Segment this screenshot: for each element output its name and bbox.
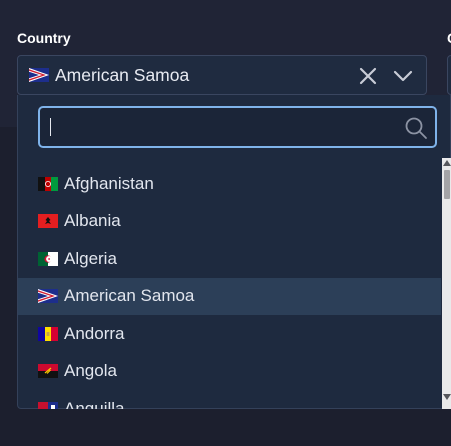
option-label: American Samoa	[64, 286, 195, 305]
list-item[interactable]: Afghanistan	[18, 165, 441, 202]
next-field-label: C	[447, 30, 451, 46]
option-label: Anguilla	[64, 398, 125, 410]
option-label: Albania	[64, 211, 121, 230]
country-dropdown: Afghanistan Albania Algeria American Sam…	[17, 95, 451, 409]
option-label: Angola	[64, 361, 117, 380]
list-item[interactable]: Algeria	[18, 240, 441, 277]
next-field-control[interactable]	[447, 55, 451, 95]
option-label: Andorra	[64, 323, 125, 343]
selected-value: American Samoa	[29, 65, 189, 85]
option-label: Afghanistan	[64, 173, 154, 193]
country-label: Country	[17, 30, 71, 46]
list-item-highlighted[interactable]: American Samoa	[18, 277, 441, 315]
scrollbar[interactable]	[442, 158, 451, 409]
scrollbar-thumb[interactable]	[444, 170, 450, 199]
scroll-down-arrow-icon[interactable]	[443, 394, 451, 400]
list-item[interactable]: Anguilla	[18, 390, 441, 409]
country-select[interactable]: American Samoa	[17, 55, 427, 95]
list-item[interactable]: Angola	[18, 353, 441, 390]
close-icon[interactable]	[358, 66, 378, 86]
scroll-up-arrow-icon[interactable]	[443, 160, 451, 166]
american-samoa-flag-icon	[29, 68, 49, 82]
albania-flag-icon	[38, 214, 58, 228]
text-caret	[50, 118, 51, 136]
selected-value-text: American Samoa	[55, 64, 190, 85]
american-samoa-flag-icon	[38, 289, 58, 303]
anguilla-flag-icon	[38, 401, 58, 409]
search-input[interactable]	[38, 106, 437, 148]
angola-flag-icon	[38, 364, 58, 378]
list-item[interactable]: Albania	[18, 203, 441, 240]
search-icon	[405, 117, 427, 139]
algeria-flag-icon	[38, 251, 58, 266]
afghanistan-flag-icon	[38, 176, 58, 191]
list-item[interactable]: Andorra	[18, 315, 441, 352]
chevron-down-icon[interactable]	[393, 66, 413, 86]
option-label: Algeria	[64, 248, 117, 268]
options-list: Afghanistan Albania Algeria American Sam…	[18, 165, 441, 409]
andorra-flag-icon	[38, 326, 58, 341]
